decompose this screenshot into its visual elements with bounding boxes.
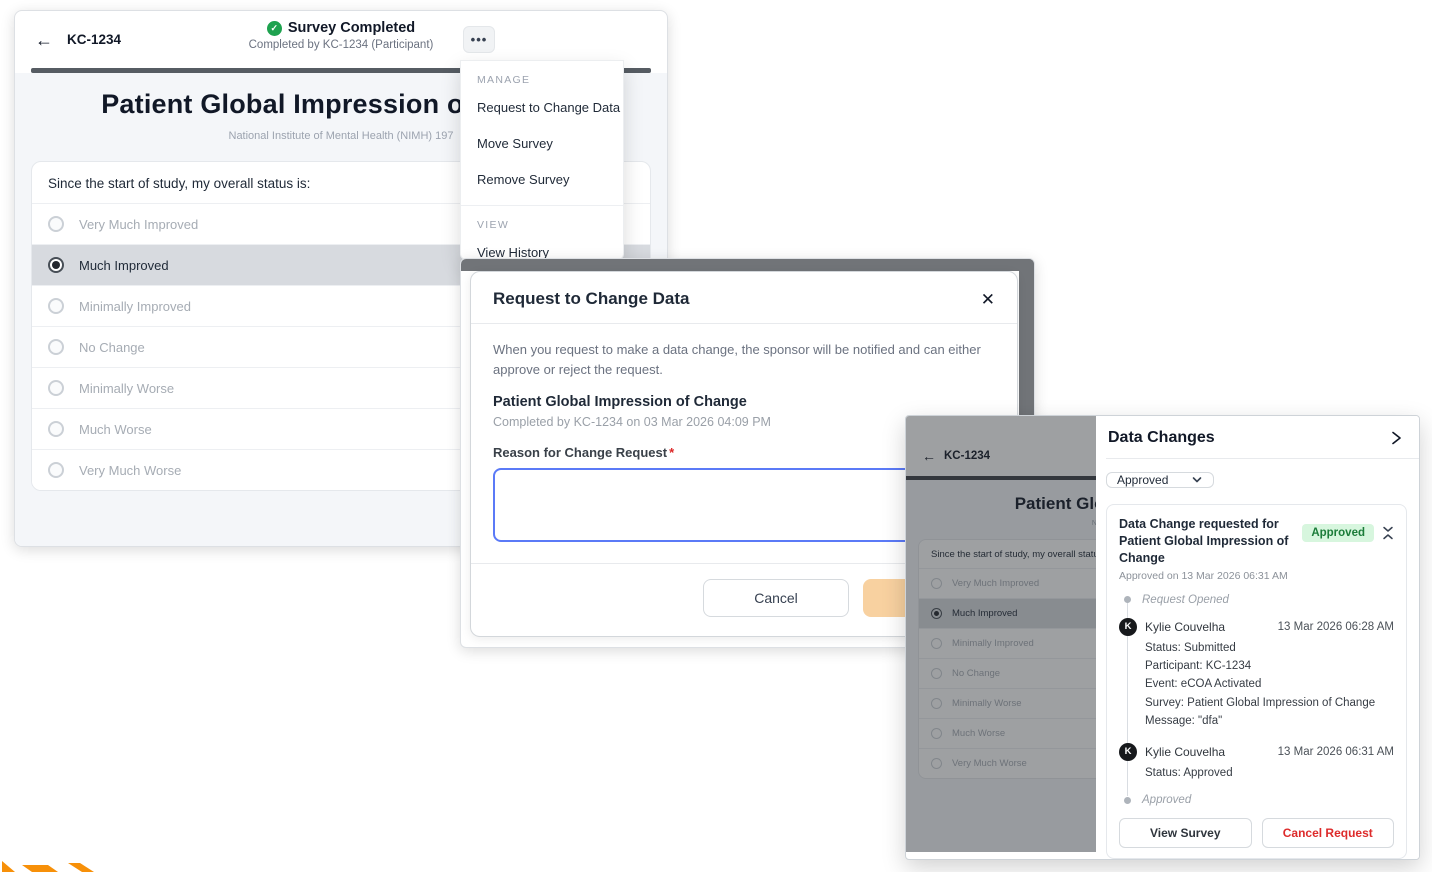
back-arrow-icon[interactable]: ←	[35, 31, 53, 49]
manage-items: Request to Change DataMove SurveyRemove …	[461, 89, 623, 197]
menu-item[interactable]: Move Survey	[461, 125, 623, 161]
chevron-down-icon	[1191, 474, 1203, 486]
status-subtitle: Completed by KC-1234 (Participant)	[191, 39, 491, 51]
entry-name: Kylie Couvelha	[1145, 620, 1270, 634]
view-items: View History	[461, 234, 623, 260]
option-label: No Change	[79, 340, 145, 355]
modal-survey-name: Patient Global Impression of Change	[493, 394, 995, 410]
detail-line: Status: Approved	[1145, 764, 1394, 782]
entry-timestamp: 13 Mar 2026 06:31 AM	[1278, 746, 1394, 758]
menu-item[interactable]: Remove Survey	[461, 161, 623, 197]
data-changes-window: ← KC-1234 Patient Global Impression of C…	[905, 415, 1420, 860]
radio-icon[interactable]	[48, 339, 64, 355]
cancel-button[interactable]: Cancel	[703, 579, 849, 617]
chevron-right-icon[interactable]	[1387, 429, 1405, 447]
modal-title: Request to Change Data	[493, 289, 689, 309]
status-title: Survey Completed	[288, 20, 415, 36]
status-badge: Approved	[1302, 524, 1374, 542]
logo-mark	[2, 859, 102, 872]
modal-backdrop	[461, 259, 1034, 271]
detail-line: Participant: KC-1234	[1145, 657, 1394, 675]
detail-line: Event: eCOA Activated	[1145, 675, 1394, 693]
panel-title: Data Changes	[1108, 429, 1215, 447]
entry-timestamp: 13 Mar 2026 06:28 AM	[1278, 621, 1394, 633]
menu-section-view: VIEW	[461, 206, 623, 234]
timeline-dot	[1124, 797, 1131, 804]
cancel-request-button[interactable]: Cancel Request	[1262, 818, 1395, 848]
participant-id: KC-1234	[67, 32, 121, 47]
timeline-entry: K Kylie Couvelha 13 Mar 2026 06:31 AM	[1119, 743, 1394, 761]
timeline: Request Opened K Kylie Couvelha 13 Mar 2…	[1119, 594, 1394, 806]
radio-icon[interactable]	[48, 216, 64, 232]
option-label: Minimally Worse	[79, 381, 174, 396]
entry-name: Kylie Couvelha	[1145, 745, 1270, 759]
modal-description: When you request to make a data change, …	[493, 340, 995, 379]
survey-status: ✓ Survey Completed Completed by KC-1234 …	[191, 20, 491, 51]
menu-item[interactable]: View History	[461, 234, 623, 260]
card-title: Data Change requested for Patient Global…	[1119, 516, 1294, 567]
milestone-label: Approved	[1142, 794, 1191, 806]
view-survey-button[interactable]: View Survey	[1119, 818, 1252, 848]
more-options-button[interactable]: •••	[463, 26, 495, 53]
check-circle-icon: ✓	[267, 21, 282, 36]
reason-label-text: Reason for Change Request	[493, 445, 667, 460]
radio-icon[interactable]	[48, 421, 64, 437]
status-filter-dropdown[interactable]: Approved	[1106, 472, 1214, 488]
dimmed-survey-preview: ← KC-1234 Patient Global Impression of C…	[906, 416, 1096, 852]
context-menu: MANAGE Request to Change DataMove Survey…	[460, 60, 624, 260]
option-label: Much Worse	[79, 422, 152, 437]
timeline-entry: K Kylie Couvelha 13 Mar 2026 06:28 AM	[1119, 618, 1394, 636]
entry-details: Status: Submitted Participant: KC-1234 E…	[1145, 639, 1394, 731]
avatar: K	[1119, 743, 1137, 761]
data-changes-panel: Data Changes Approved Data Change reques…	[1106, 416, 1419, 859]
entry-details: Status: Approved	[1145, 764, 1394, 782]
collapse-icon[interactable]	[1382, 526, 1394, 540]
option-label: Minimally Improved	[79, 299, 191, 314]
detail-line: Survey: Patient Global Impression of Cha…	[1145, 694, 1394, 712]
required-asterisk: *	[669, 445, 674, 460]
radio-icon[interactable]	[48, 257, 64, 273]
detail-line: Status: Submitted	[1145, 639, 1394, 657]
close-icon[interactable]: ✕	[981, 291, 995, 308]
timeline-milestone: Request Opened	[1119, 594, 1394, 606]
approved-timestamp: Approved on 13 Mar 2026 06:31 AM	[1119, 570, 1394, 582]
filter-value: Approved	[1117, 473, 1168, 487]
radio-icon[interactable]	[48, 462, 64, 478]
option-label: Very Much Improved	[79, 217, 198, 232]
option-label: Very Much Worse	[79, 463, 181, 478]
menu-section-manage: MANAGE	[461, 61, 623, 89]
dim-overlay	[906, 416, 1096, 852]
radio-icon[interactable]	[48, 380, 64, 396]
timeline-dot	[1124, 596, 1131, 603]
data-change-card: Data Change requested for Patient Global…	[1106, 504, 1407, 859]
timeline-milestone: Approved	[1119, 794, 1394, 806]
option-label: Much Improved	[79, 258, 169, 273]
detail-line: Message: "dfa"	[1145, 712, 1394, 730]
avatar: K	[1119, 618, 1137, 636]
milestone-label: Request Opened	[1142, 594, 1229, 606]
radio-icon[interactable]	[48, 298, 64, 314]
menu-item[interactable]: Request to Change Data	[461, 89, 623, 125]
